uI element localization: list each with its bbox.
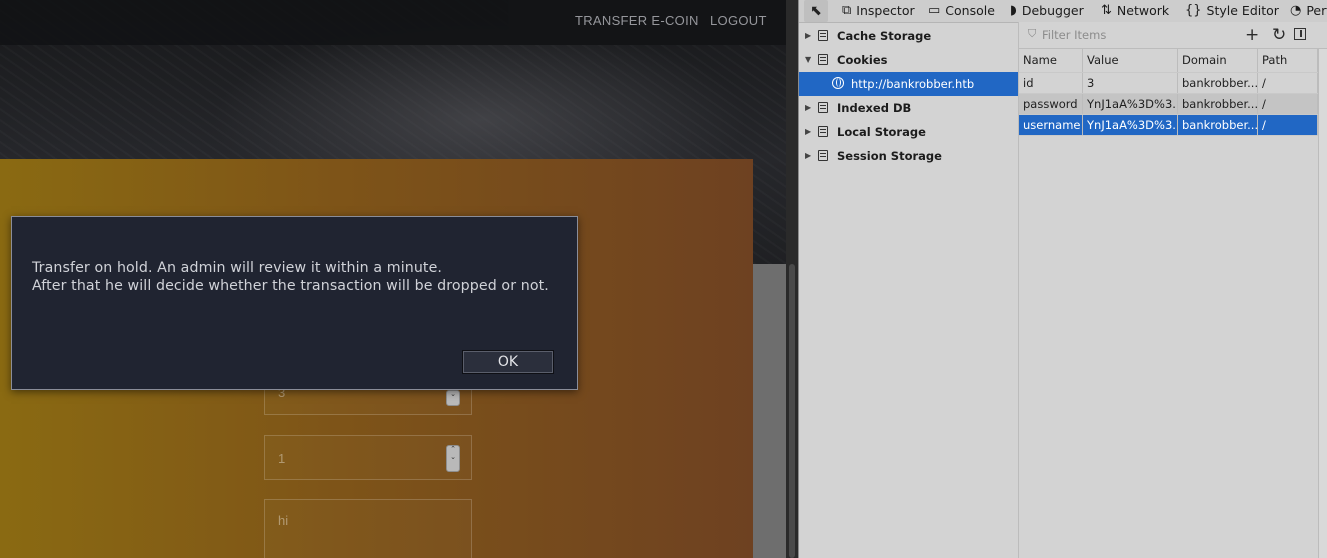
cookie-path-cell: / xyxy=(1258,115,1318,135)
page-side-band xyxy=(753,264,786,558)
tree-item-local-storage[interactable]: ▶ Local Storage xyxy=(799,120,1018,144)
table-header: Name Value Domain Path xyxy=(1019,49,1318,73)
storage-icon xyxy=(818,102,828,113)
amount-stepper[interactable]: ⌃ ⌄ xyxy=(446,445,460,472)
cookie-value-cell: YnJ1aA%3D%3... xyxy=(1083,115,1178,135)
storage-icon xyxy=(818,54,828,65)
cookies-table: Name Value Domain Path id 3 bankrobber..… xyxy=(1019,49,1318,136)
tab-console[interactable]: ▭ Console xyxy=(928,2,995,20)
tree-item-label: http://bankrobber.htb xyxy=(851,77,975,91)
collapse-arrow-icon[interactable]: ▼ xyxy=(805,48,811,72)
tree-item-label: Indexed DB xyxy=(837,101,912,115)
performance-icon: ◔ xyxy=(1290,3,1302,18)
tree-item-cookies[interactable]: ▼ Cookies xyxy=(799,48,1018,72)
tree-item-label: Cache Storage xyxy=(837,29,932,43)
column-header-name[interactable]: Name xyxy=(1019,49,1083,72)
tab-inspector[interactable]: ⧉ Inspector xyxy=(842,2,915,20)
tree-item-cache-storage[interactable]: ▶ Cache Storage xyxy=(799,24,1018,48)
cookie-name-cell: password xyxy=(1019,94,1083,114)
expand-arrow-icon[interactable]: ▶ xyxy=(805,24,811,48)
target-id-stepper[interactable]: ⌄ xyxy=(446,390,460,406)
filter-icon: ⛉ xyxy=(1028,27,1037,40)
inspector-icon: ⧉ xyxy=(842,3,852,18)
cookie-path-cell: / xyxy=(1258,94,1318,114)
storage-icon xyxy=(818,30,828,41)
web-page: TRANSFER E-COIN LOGOUT 3 ⌄ 1 ⌃ ⌄ hi Trans… xyxy=(0,0,786,558)
cookie-name-cell: username xyxy=(1019,115,1083,135)
tree-item-label: Cookies xyxy=(837,53,888,67)
expand-arrow-icon[interactable]: ▶ xyxy=(805,144,811,168)
refresh-icon[interactable]: ↻ xyxy=(1272,24,1286,46)
sidebar-strip xyxy=(1318,49,1327,558)
tab-style-editor[interactable]: {} Style Editor xyxy=(1185,2,1279,20)
comment-textarea[interactable]: hi xyxy=(264,499,472,558)
page-scrollbar-thumb[interactable] xyxy=(789,264,795,558)
globe-icon xyxy=(832,77,844,89)
top-navbar: TRANSFER E-COIN LOGOUT xyxy=(0,0,786,45)
storage-icon xyxy=(818,126,828,137)
column-header-domain[interactable]: Domain xyxy=(1178,49,1258,72)
cookie-path-cell: / xyxy=(1258,73,1318,93)
cookie-value-cell: 3 xyxy=(1083,73,1178,93)
table-row[interactable]: password YnJ1aA%3D%3... bankrobber.... / xyxy=(1019,94,1318,115)
amount-input[interactable]: 1 ⌃ ⌄ xyxy=(264,435,472,480)
tab-debugger-label: Debugger xyxy=(1021,3,1084,18)
comment-value: hi xyxy=(278,513,289,528)
cookie-value-cell: YnJ1aA%3D%3... xyxy=(1083,94,1178,114)
devtools-panel: ⬉ ⧉ Inspector ▭ Console ◗ Debugger ⇅ Network… xyxy=(799,0,1327,558)
tab-style-editor-label: Style Editor xyxy=(1206,3,1279,18)
tab-network[interactable]: ⇅ Network xyxy=(1101,2,1169,20)
alert-message-line-2: After that he will decide whether the tr… xyxy=(32,278,549,294)
network-icon: ⇅ xyxy=(1101,3,1112,18)
tab-console-label: Console xyxy=(945,3,995,18)
cookie-domain-cell: bankrobber.... xyxy=(1178,73,1258,93)
nav-logout-link[interactable]: LOGOUT xyxy=(710,13,767,28)
tree-item-label: Session Storage xyxy=(837,149,942,163)
storage-tree: ▶ Cache Storage ▼ Cookies http://bankrob… xyxy=(799,22,1019,558)
nav-transfer-link[interactable]: TRANSFER E-COIN xyxy=(575,13,699,28)
element-picker-icon[interactable]: ⬉ xyxy=(804,0,828,22)
alert-dialog: Transfer on hold. An admin will review i… xyxy=(11,216,578,390)
tab-network-label: Network xyxy=(1116,3,1170,18)
expand-arrow-icon[interactable]: ▶ xyxy=(805,120,811,144)
alert-message-line-1: Transfer on hold. An admin will review i… xyxy=(32,260,443,276)
console-icon: ▭ xyxy=(928,3,941,18)
toggle-sidebar-icon[interactable] xyxy=(1294,28,1306,40)
tab-performance[interactable]: ◔ Perf xyxy=(1290,2,1327,20)
devtools-toolbar: ⬉ ⧉ Inspector ▭ Console ◗ Debugger ⇅ Network… xyxy=(799,0,1327,23)
tab-inspector-label: Inspector xyxy=(856,3,915,18)
table-row-selected[interactable]: username YnJ1aA%3D%3... bankrobber.... / xyxy=(1019,115,1318,136)
tree-item-session-storage[interactable]: ▶ Session Storage xyxy=(799,144,1018,168)
column-header-value[interactable]: Value xyxy=(1083,49,1178,72)
cookie-domain-cell: bankrobber.... xyxy=(1178,94,1258,114)
style-editor-icon: {} xyxy=(1185,3,1202,18)
storage-filter-bar: ⛉ + ↻ xyxy=(1019,22,1327,49)
cookie-name-cell: id xyxy=(1019,73,1083,93)
ok-button[interactable]: OK xyxy=(462,350,554,374)
amount-value: 1 xyxy=(278,451,286,466)
table-row[interactable]: id 3 bankrobber.... / xyxy=(1019,73,1318,94)
column-header-path[interactable]: Path xyxy=(1258,49,1318,72)
tree-item-indexed-db[interactable]: ▶ Indexed DB xyxy=(799,96,1018,120)
expand-arrow-icon[interactable]: ▶ xyxy=(805,96,811,120)
filter-items-input[interactable] xyxy=(1042,26,1212,44)
debugger-icon: ◗ xyxy=(1010,3,1017,18)
tab-performance-label: Perf xyxy=(1306,3,1327,18)
storage-icon xyxy=(818,150,828,161)
tree-item-site-bankrobber[interactable]: http://bankrobber.htb xyxy=(799,72,1018,96)
tab-debugger[interactable]: ◗ Debugger xyxy=(1010,2,1084,20)
add-item-icon[interactable]: + xyxy=(1245,24,1259,46)
tree-item-label: Local Storage xyxy=(837,125,926,139)
cookie-domain-cell: bankrobber.... xyxy=(1178,115,1258,135)
